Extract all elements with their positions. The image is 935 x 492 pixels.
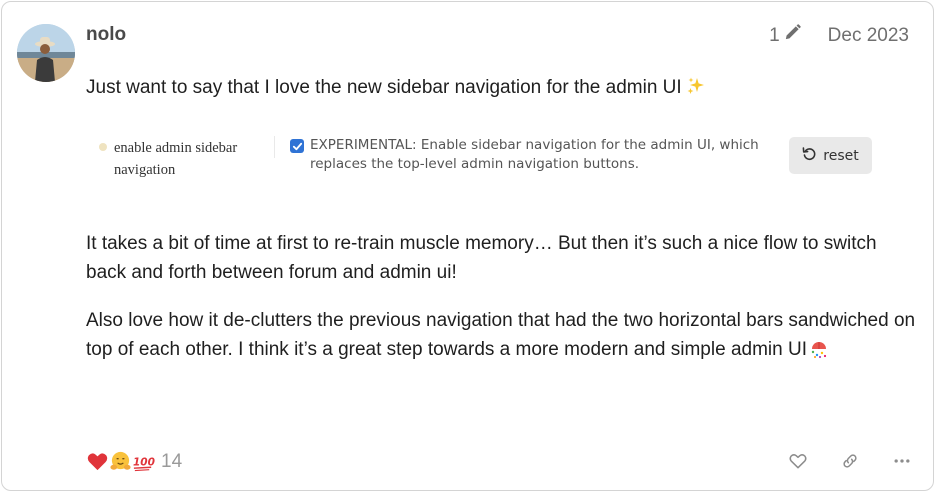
post-paragraph: It takes a bit of time at first to re-tr…	[86, 233, 877, 283]
username[interactable]: nolo	[86, 24, 126, 46]
pencil-icon	[783, 23, 802, 48]
paragraph-text: Also love how it de-clutters the previou…	[86, 310, 916, 360]
copy-link-button[interactable]	[839, 450, 861, 472]
setting-checkbox[interactable]	[290, 139, 304, 153]
hundred-points-icon[interactable]: 100	[132, 450, 155, 473]
like-button[interactable]	[787, 450, 809, 472]
setting-status-dot	[99, 143, 107, 151]
post-date[interactable]: Dec 2023	[828, 25, 909, 47]
undo-icon	[802, 146, 817, 165]
more-actions-button[interactable]	[891, 450, 913, 472]
setting-screenshot: enable admin sidebar navigation EXPERIME…	[86, 128, 886, 186]
post-paragraph: Also love how it de-clutters the previou…	[86, 306, 916, 364]
heart-icon[interactable]	[86, 450, 109, 473]
post-paragraph: Just want to say that I love the new sid…	[86, 73, 916, 102]
svg-text:100: 100	[133, 456, 155, 468]
reset-button[interactable]: reset	[789, 137, 872, 174]
post: nolo 1 Dec 2023 Just want to say that I …	[1, 1, 934, 491]
link-icon	[843, 454, 857, 468]
edit-history-button[interactable]: 1	[769, 23, 802, 48]
paragraph-text: Just want to say that I love the new sid…	[86, 77, 682, 98]
setting-description: EXPERIMENTAL: Enable sidebar navigation …	[310, 137, 759, 172]
setting-name: enable admin sidebar navigation	[114, 140, 238, 178]
more-icon	[894, 459, 910, 463]
sparkles-icon	[686, 76, 706, 96]
like-icon	[789, 454, 807, 469]
post-meta: 1 Dec 2023	[769, 23, 909, 48]
divider	[274, 136, 275, 158]
reset-label: reset	[823, 147, 859, 164]
hugs-icon[interactable]	[109, 450, 132, 473]
post-actions	[787, 450, 913, 472]
reaction-count[interactable]: 14	[161, 451, 182, 473]
edit-count: 1	[769, 24, 780, 46]
avatar[interactable]	[17, 24, 75, 82]
reactions[interactable]: 100 14	[86, 450, 182, 473]
confetti-ball-icon	[809, 338, 829, 358]
